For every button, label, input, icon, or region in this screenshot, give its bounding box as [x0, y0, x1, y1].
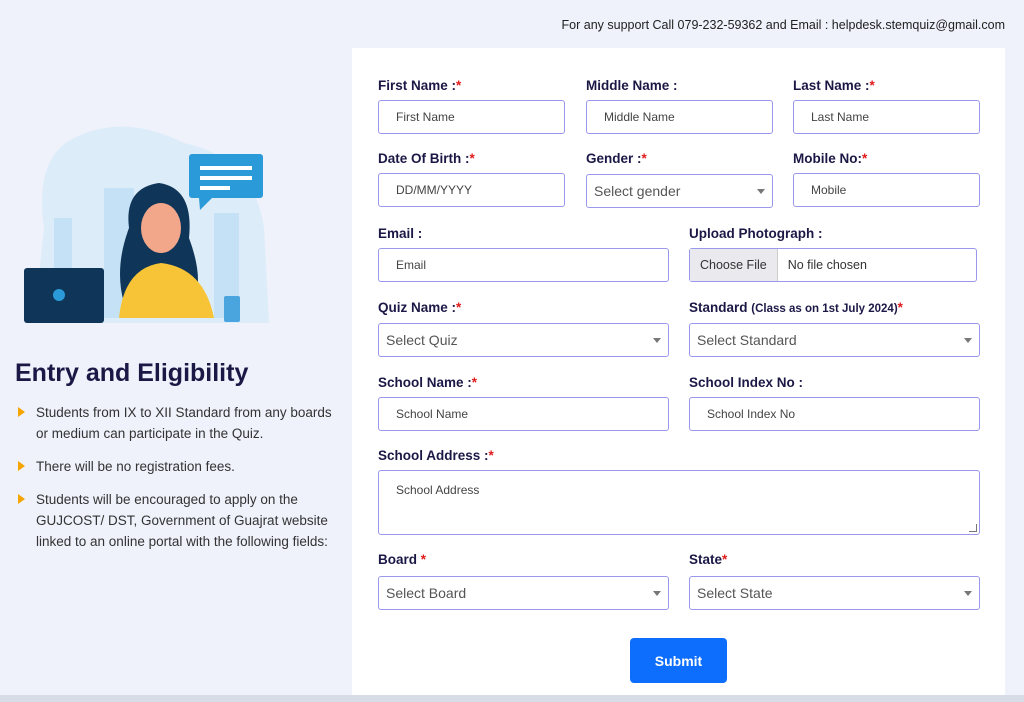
gender-select[interactable]: Select gender — [586, 174, 773, 208]
submit-button[interactable]: Submit — [630, 638, 727, 683]
middle-name-input[interactable]: Middle Name — [586, 100, 773, 134]
file-status: No file chosen — [787, 258, 867, 272]
resize-grip-icon[interactable] — [969, 524, 977, 532]
mobile-input[interactable]: Mobile — [793, 173, 980, 207]
last-name-label: Last Name :* — [793, 78, 875, 93]
school-index-input[interactable]: School Index No — [689, 397, 980, 431]
board-label: Board * — [378, 552, 427, 567]
school-name-input[interactable]: School Name — [378, 397, 669, 431]
choose-file-button[interactable]: Choose File — [690, 249, 778, 281]
eligibility-item: There will be no registration fees. — [18, 456, 333, 477]
school-address-placeholder: School Address — [396, 483, 480, 497]
photo-label: Upload Photograph : — [689, 226, 823, 241]
board-select[interactable]: Select Board — [378, 576, 669, 610]
email-input[interactable]: Email — [378, 248, 669, 282]
eligibility-title: Entry and Eligibility — [15, 359, 249, 387]
quiz-label: Quiz Name :* — [378, 300, 462, 315]
support-agent-illustration — [24, 126, 269, 324]
school-address-label: School Address :* — [378, 448, 494, 463]
board-value: Select Board — [386, 585, 467, 601]
email-label: Email : — [378, 226, 423, 241]
last-name-input[interactable]: Last Name — [793, 100, 980, 134]
standard-select[interactable]: Select Standard — [689, 323, 980, 357]
chevron-down-icon — [653, 338, 661, 343]
photo-file-input[interactable]: Choose File No file chosen — [689, 248, 977, 282]
state-label: State* — [689, 552, 728, 567]
dob-input[interactable]: DD/MM/YYYY — [378, 173, 565, 207]
dob-label: Date Of Birth :* — [378, 151, 475, 166]
middle-name-label: Middle Name : — [586, 78, 678, 93]
first-name-input[interactable]: First Name — [378, 100, 565, 134]
mobile-label: Mobile No:* — [793, 151, 868, 166]
standard-label: Standard (Class as on 1st July 2024)* — [689, 300, 903, 315]
eligibility-item: Students from IX to XII Standard from an… — [18, 402, 333, 444]
chevron-down-icon — [653, 591, 661, 596]
support-info: For any support Call 079-232-59362 and E… — [561, 18, 1005, 32]
eligibility-list: Students from IX to XII Standard from an… — [18, 402, 333, 564]
school-name-label: School Name :* — [378, 375, 478, 390]
state-value: Select State — [697, 585, 773, 601]
quiz-value: Select Quiz — [386, 332, 458, 348]
standard-value: Select Standard — [697, 332, 797, 348]
state-select[interactable]: Select State — [689, 576, 980, 610]
chevron-down-icon — [964, 338, 972, 343]
first-name-label: First Name :* — [378, 78, 462, 93]
gender-value: Select gender — [594, 183, 681, 199]
gender-label: Gender :* — [586, 151, 647, 166]
chevron-down-icon — [964, 591, 972, 596]
school-index-label: School Index No : — [689, 375, 804, 390]
chevron-down-icon — [757, 189, 765, 194]
eligibility-item: Students will be encouraged to apply on … — [18, 489, 333, 552]
quiz-select[interactable]: Select Quiz — [378, 323, 669, 357]
bottom-scrollbar[interactable] — [0, 695, 1024, 702]
school-address-textarea[interactable]: School Address — [378, 470, 980, 535]
